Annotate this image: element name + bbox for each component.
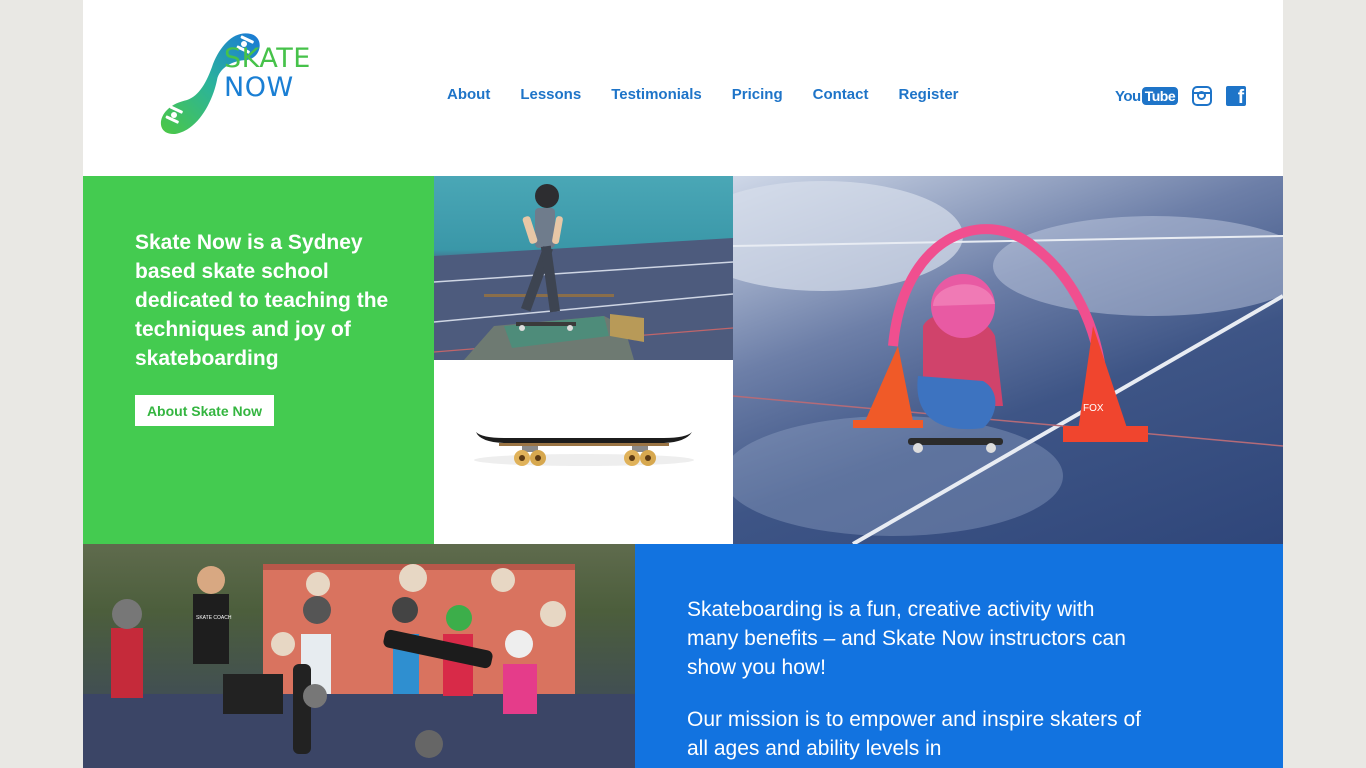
youtube-icon[interactable]: You Tube <box>1115 87 1179 105</box>
mission-paragraph-2: Our mission is to empower and inspire sk… <box>687 708 1142 760</box>
facebook-icon[interactable]: f <box>1226 86 1247 106</box>
cone-label: FOX <box>1083 403 1104 414</box>
photo-boy-on-rail <box>434 176 733 360</box>
social-links: You Tube f <box>1115 86 1247 106</box>
logo-line-2: NOW <box>224 72 294 103</box>
nav-about[interactable]: About <box>447 86 490 103</box>
rail-illustration <box>434 184 733 360</box>
nav-testimonials[interactable]: Testimonials <box>611 86 702 103</box>
youtube-tube-text: Tube <box>1141 87 1179 105</box>
nav-pricing[interactable]: Pricing <box>732 86 783 103</box>
nav-lessons[interactable]: Lessons <box>520 86 581 103</box>
page: SKATE NOW About Lessons Testimonials Pri… <box>83 0 1283 768</box>
instagram-icon[interactable] <box>1192 86 1213 106</box>
photo-girl-under-arch: FOX <box>733 176 1283 544</box>
site-header: SKATE NOW About Lessons Testimonials Pri… <box>83 0 1283 176</box>
logo-line-1: SKATE <box>224 43 311 74</box>
arch-illustration: FOX <box>733 181 1283 544</box>
skateboard-illustration <box>474 432 694 466</box>
nav-contact[interactable]: Contact <box>813 86 869 103</box>
facebook-letter: f <box>1237 87 1245 106</box>
intro-panel: Skate Now is a Sydney based skate school… <box>83 176 434 544</box>
logo-wordmark[interactable]: SKATE NOW <box>224 44 311 102</box>
youtube-you-text: You <box>1115 87 1141 105</box>
photo-kids-group: SKATE COACH <box>83 544 635 768</box>
intro-text: Skate Now is a Sydney based skate school… <box>135 231 389 370</box>
mission-paragraph-1: Skateboarding is a fun, creative activit… <box>687 598 1126 679</box>
about-skate-now-button[interactable]: About Skate Now <box>135 395 274 426</box>
kids-illustration: SKATE COACH <box>83 564 635 768</box>
main-nav: About Lessons Testimonials Pricing Conta… <box>447 86 989 103</box>
mission-panel: Skateboarding is a fun, creative activit… <box>635 544 1283 768</box>
photo-skateboard <box>434 360 733 544</box>
nav-register[interactable]: Register <box>898 86 958 103</box>
coach-shirt-text: SKATE COACH <box>196 615 232 621</box>
